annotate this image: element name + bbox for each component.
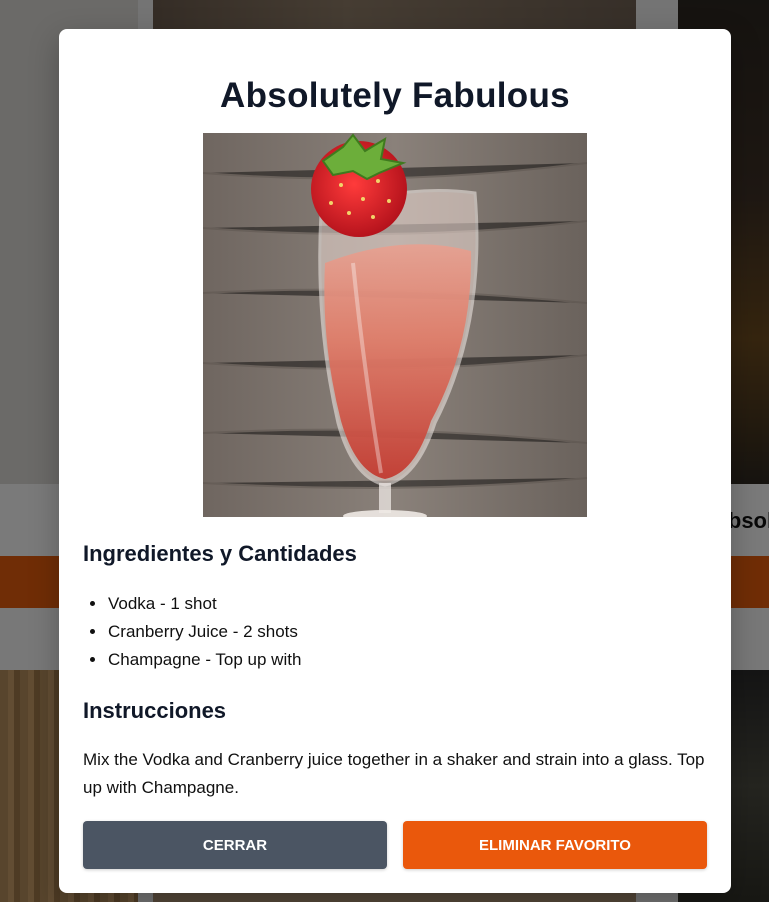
- instructions-heading: Instrucciones: [83, 698, 227, 723]
- ingredient-item: Champagne - Top up with: [107, 646, 301, 674]
- close-button[interactable]: Cerrar: [83, 821, 387, 869]
- ingredients-heading: Ingredientes y Cantidades: [83, 541, 357, 566]
- remove-favorite-button[interactable]: Eliminar Favorito: [403, 821, 707, 869]
- ingredient-item: Cranberry Juice - 2 shots: [107, 618, 301, 646]
- drink-detail-modal: Absolutely Fabulous Ingredientes y Canti…: [59, 29, 731, 893]
- drink-image: [203, 133, 587, 517]
- ingredient-item: Vodka - 1 shot: [107, 590, 301, 618]
- modal-title: Absolutely Fabulous: [220, 76, 570, 115]
- instructions-text: Mix the Vodka and Cranberry juice togeth…: [83, 750, 705, 797]
- ingredients-list: Vodka - 1 shot Cranberry Juice - 2 shots…: [83, 590, 301, 674]
